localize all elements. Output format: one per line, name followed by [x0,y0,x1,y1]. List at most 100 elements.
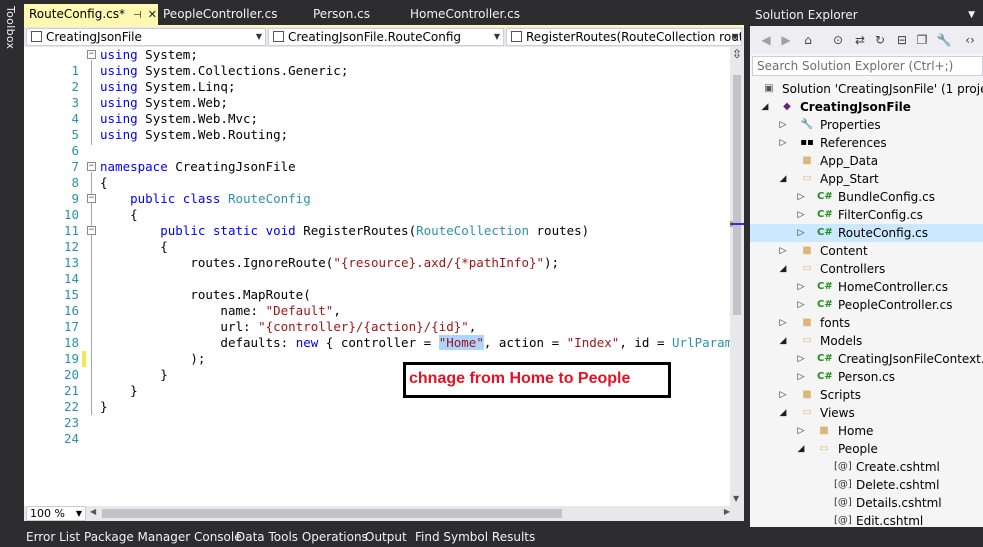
tree-node-controllers[interactable]: ◢ ▭ Controllers [750,260,983,278]
tree-node-views[interactable]: ◢ ▭ Views [750,404,983,422]
solution-explorer-toolbar: ◀ ▶ ⌂ ⊙ ⇄ ↻ ⊟ ❐ 🔧 ‹› [750,26,983,54]
tab-error-list[interactable]: Error List [26,529,80,545]
collapsed-arrow-icon[interactable]: ▷ [796,350,806,368]
tree-node-person[interactable]: ▷ C# Person.cs [750,368,983,386]
tree-node-edit[interactable]: [@] Edit.cshtml [750,512,983,527]
home-icon[interactable]: ⌂ [800,32,816,48]
scrollbar-thumb[interactable] [733,75,741,315]
collapse-icon[interactable]: − [87,194,96,203]
collapsed-arrow-icon[interactable]: ▷ [796,422,806,440]
tree-node-routeconfig[interactable]: ▷ C# RouteConfig.cs [750,224,983,242]
code-text-area[interactable]: 1− using System; 2 using System.Collection… [24,47,744,506]
tree-node-solution[interactable]: ▣ Solution 'CreatingJsonFile' (1 project) [750,80,983,98]
expanded-arrow-icon[interactable]: ◢ [796,440,806,458]
collapsed-arrow-icon[interactable]: ▷ [778,134,788,152]
tree-node-scripts[interactable]: ▷ ■ Scripts [750,386,983,404]
vertical-scrollbar[interactable]: ⇳ ▼ [730,47,744,506]
expanded-arrow-icon[interactable]: ◢ [778,332,788,350]
solution-explorer-title[interactable]: Solution Explorer ▼ [750,4,983,26]
back-icon[interactable]: ◀ [758,32,774,48]
tree-node-references[interactable]: ▷ ▪▪ References [750,134,983,152]
tree-node-filterconfig[interactable]: ▷ C# FilterConfig.cs [750,206,983,224]
collapse-icon[interactable]: − [87,162,96,171]
tab-peoplecontroller[interactable]: PeopleController.cs [158,4,298,25]
tree-node-home[interactable]: ▷ ■ Home [750,422,983,440]
pending-changes-icon[interactable]: ⊙ [830,32,846,48]
forward-icon[interactable]: ▶ [778,32,794,48]
code-text: ); [190,351,206,366]
scroll-down-icon[interactable]: ▼ [733,494,739,503]
tab-find-symbol-results[interactable]: Find Symbol Results [415,529,535,545]
expanded-arrow-icon[interactable]: ◢ [778,404,788,422]
tab-label: RouteConfig.cs* [29,7,125,21]
zoom-dropdown[interactable]: 100 % ▼ [26,506,86,521]
chevron-down-icon[interactable]: ▼ [968,4,975,26]
tree-node-models[interactable]: ◢ ▭ Models [750,332,983,350]
collapsed-arrow-icon[interactable]: ▷ [778,116,788,134]
sync-icon[interactable]: ⇄ [852,32,868,48]
refresh-icon[interactable]: ↻ [872,32,888,48]
collapsed-arrow-icon[interactable]: ▷ [796,188,806,206]
type-dropdown[interactable]: CreatingJsonFile.RouteConfig ▼ [268,28,504,46]
tree-node-bundleconfig[interactable]: ▷ C# BundleConfig.cs [750,188,983,206]
tree-node-create[interactable]: [@] Create.cshtml [750,458,983,476]
collapsed-arrow-icon[interactable]: ▷ [778,314,788,332]
caret-position-marker [730,223,744,225]
tree-node-content[interactable]: ▷ ■ Content [750,242,983,260]
tree-node-people[interactable]: ◢ ▭ People [750,440,983,458]
collapsed-arrow-icon[interactable]: ▷ [778,386,788,404]
code-string: "{resource}.axd/{*pathInfo}" [333,255,545,270]
show-all-files-icon[interactable]: ❐ [914,32,930,48]
scroll-left-icon[interactable]: ◀ [90,507,96,516]
horizontal-scrollbar[interactable]: ◀ ▶ [90,507,730,518]
scrollbar-thumb[interactable] [102,509,562,518]
search-solution-explorer-input[interactable]: Search Solution Explorer (Ctrl+;) [752,56,983,76]
collapsed-arrow-icon[interactable]: ▷ [778,242,788,260]
tree-node-app-start[interactable]: ◢ ▭ App_Start [750,170,983,188]
tab-person[interactable]: Person.cs [308,4,404,25]
project-dropdown[interactable]: CreatingJsonFile ▼ [26,28,266,46]
expanded-arrow-icon[interactable]: ◢ [778,260,788,278]
tree-node-delete[interactable]: [@] Delete.cshtml [750,476,983,494]
tab-homecontroller[interactable]: HomeController.cs [405,4,535,25]
toolbox-label[interactable]: Toolbox [4,6,17,49]
pin-icon[interactable]: ⊣ [133,10,142,21]
tree-node-project[interactable]: ◢ ◆ CreatingJsonFile [750,98,983,116]
member-dropdown[interactable]: RegisterRoutes(RouteCollection routes) ▼ [506,28,742,46]
tree-node-app-data[interactable]: ■ App_Data [750,152,983,170]
scroll-right-icon[interactable]: ▶ [724,507,730,516]
selected-string-home[interactable]: "Home" [438,335,484,350]
tree-node-properties[interactable]: ▷ 🔧 Properties [750,116,983,134]
tab-output[interactable]: Output [365,529,407,545]
tab-routeconfig[interactable]: RouteConfig.cs* ⊣ ✕ [24,4,158,25]
tree-node-fonts[interactable]: ▷ ■ fonts [750,314,983,332]
tree-node-homecontroller[interactable]: ▷ C# HomeController.cs [750,278,983,296]
code-text: System.Collections.Generic; [137,63,349,78]
navigation-bar: CreatingJsonFile ▼ CreatingJsonFile.Route… [24,27,744,47]
tree-node-peoplecontroller[interactable]: ▷ C# PeopleController.cs [750,296,983,314]
tree-node-details[interactable]: [@] Details.cshtml [750,494,983,512]
chevron-down-icon: ▼ [493,32,500,41]
expanded-arrow-icon[interactable]: ◢ [778,170,788,188]
collapse-all-icon[interactable]: ⊟ [894,32,910,48]
close-icon[interactable]: ✕ [148,8,157,21]
code-view-icon[interactable]: ‹› [962,32,978,48]
properties-icon[interactable]: 🔧 [936,32,952,48]
collapse-icon[interactable]: − [87,226,96,235]
collapsed-arrow-icon[interactable]: ▷ [796,296,806,314]
code-line-24: 24 [24,415,730,446]
tab-data-tools-operations[interactable]: Data Tools Operations [236,529,368,545]
split-window-icon[interactable]: ⇳ [730,47,744,61]
collapsed-arrow-icon[interactable]: ▷ [796,368,806,386]
toolbox-strip[interactable]: Toolbox [0,0,24,527]
expanded-arrow-icon[interactable]: ◢ [760,98,770,116]
collapsed-arrow-icon[interactable]: ▷ [796,224,806,242]
collapsed-arrow-icon[interactable]: ▷ [796,206,806,224]
member-dropdown-value: RegisterRoutes(RouteCollection routes) [526,30,742,44]
tree-node-context[interactable]: ▷ C# CreatingJsonFileContext.cs [750,350,983,368]
collapse-icon[interactable]: − [87,50,96,59]
tab-package-manager-console[interactable]: Package Manager Console [84,529,242,545]
csharp-file-icon: C# [817,299,833,310]
collapsed-arrow-icon[interactable]: ▷ [796,278,806,296]
tree-node-label: App_Start [820,172,879,186]
